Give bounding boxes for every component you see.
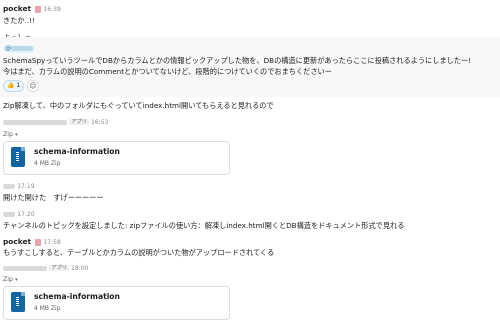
- attachment-type: Zip: [3, 131, 13, 138]
- message-header: 17:20: [3, 210, 35, 219]
- thumbs-up-icon: 👍: [7, 82, 15, 89]
- message-text: 開けた開けた すげーーーーー: [3, 193, 104, 202]
- timestamp[interactable]: 17:20: [17, 211, 34, 218]
- reaction-count: 1: [16, 82, 21, 89]
- attachment-toggle[interactable]: Zip ▾: [3, 275, 18, 284]
- message-text: 今はまだ、カラムの説明のCommentとかついてないけど、段階的につけていくので…: [3, 67, 332, 76]
- sender-name[interactable]: [3, 183, 15, 189]
- reaction-thumbs-up[interactable]: 👍 1: [3, 80, 25, 92]
- message-header: アプリ 16:53: [3, 118, 108, 127]
- file-attachment[interactable]: schema-information 4 MB Zip: [3, 141, 230, 175]
- sender-name[interactable]: pocket: [3, 4, 31, 13]
- timestamp[interactable]: 18:00: [71, 265, 88, 272]
- message-header: 17:19: [3, 182, 35, 191]
- file-name[interactable]: schema-information: [34, 147, 120, 157]
- file-meta: 4 MB Zip: [34, 305, 61, 312]
- zip-file-icon: [11, 292, 25, 312]
- message-header: pocket 17:58: [3, 237, 61, 247]
- message-header: pocket 16:39: [3, 4, 61, 14]
- file-attachment[interactable]: schema-information 4 MB Zip: [3, 286, 230, 320]
- chevron-down-icon: ▾: [15, 277, 18, 283]
- message-text: SchemaSpyっていうツールでDBからカラムとかの情報ピックアップした物を、…: [3, 56, 472, 65]
- file-meta: 4 MB Zip: [34, 160, 61, 167]
- status-emoji-icon: [35, 238, 42, 246]
- timestamp[interactable]: 16:39: [43, 6, 60, 13]
- message-text: Zip解凍して、中のフォルダにもぐっていてindex.html開いてもらえると見…: [3, 101, 274, 110]
- status-emoji-icon: [35, 5, 42, 13]
- timestamp[interactable]: 16:53: [91, 119, 108, 126]
- app-name[interactable]: [3, 265, 47, 271]
- timestamp[interactable]: 17:58: [43, 239, 60, 246]
- timestamp[interactable]: 17:19: [17, 183, 34, 190]
- user-mention[interactable]: @: [3, 45, 36, 54]
- zip-file-icon: [11, 147, 25, 167]
- attachment-type: Zip: [3, 276, 13, 283]
- sender-name[interactable]: [3, 211, 15, 217]
- message-text: チャンネルのトピックを設定しました: zipファイルの使い方：解凍しindex.…: [3, 221, 405, 230]
- message-text: きたか..!!: [3, 16, 35, 25]
- chevron-down-icon: ▾: [15, 132, 18, 138]
- add-reaction-icon[interactable]: ☺: [27, 80, 39, 92]
- attachment-toggle[interactable]: Zip ▾: [3, 130, 18, 139]
- message-header: アプリ 18:00: [3, 264, 88, 273]
- message-text: もうすこしすると、テーブルとかカラムの説明がついた物がアップロードされてくる: [3, 248, 275, 257]
- app-badge: アプリ: [49, 264, 69, 272]
- file-name[interactable]: schema-information: [34, 292, 120, 302]
- app-name[interactable]: [3, 119, 67, 125]
- sender-name[interactable]: pocket: [3, 237, 31, 246]
- app-badge: アプリ: [69, 118, 89, 126]
- mention-row: @: [3, 44, 36, 54]
